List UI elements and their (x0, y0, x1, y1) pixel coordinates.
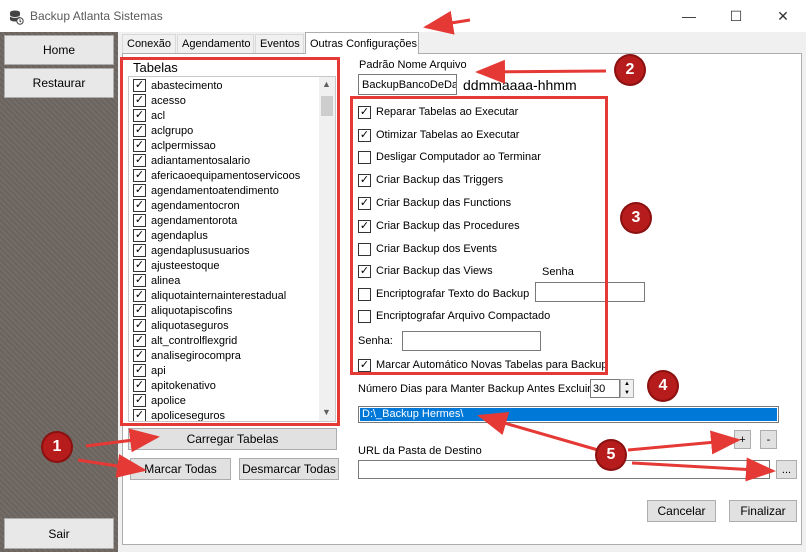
arrow-to-destination (477, 411, 599, 452)
arrow-to-tab (423, 10, 471, 35)
annotation-arrows (77, 10, 776, 482)
badge-3: 3 (622, 204, 650, 232)
arrow-to-browse (631, 457, 776, 482)
badge-1: 1 (43, 433, 71, 461)
arrow-to-mark-all (77, 454, 147, 478)
arrow-to-load-button (85, 428, 160, 453)
arrow-to-add (627, 430, 741, 455)
badge-2: 2 (616, 56, 644, 84)
arrow-to-pattern (475, 59, 607, 84)
badge-5: 5 (597, 441, 625, 469)
badge-4: 4 (649, 372, 677, 400)
tab-outras-configuracoes[interactable]: Outras Configurações (305, 32, 419, 54)
